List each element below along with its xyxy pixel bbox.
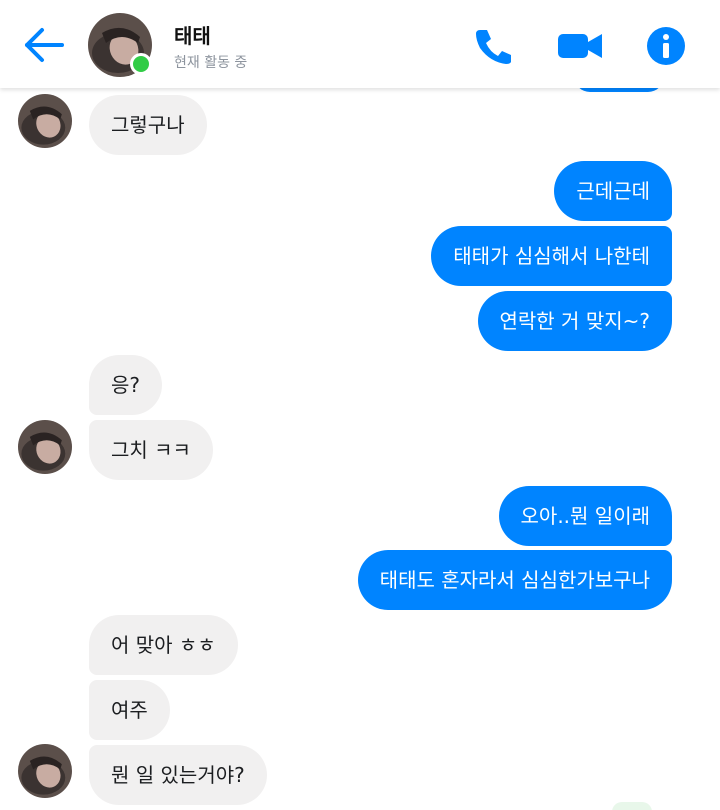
message-bubble-partial (612, 802, 652, 810)
contact-name[interactable]: 태태 (174, 20, 211, 49)
info-icon[interactable] (646, 26, 690, 66)
video-call-icon[interactable] (556, 26, 602, 66)
back-arrow-icon[interactable] (22, 26, 66, 64)
message-bubble-outgoing[interactable]: 오아..뭔 일이래 (498, 486, 672, 546)
sender-avatar[interactable] (18, 420, 72, 474)
message-bubble-incoming[interactable]: 어 맞아 ㅎㅎ (89, 615, 238, 675)
message-bubble-outgoing[interactable]: 태태가 심심해서 나한테 (431, 226, 672, 286)
message-bubble-incoming[interactable]: 그렇구나 (89, 95, 207, 155)
phone-icon[interactable] (472, 26, 516, 66)
chat-header: 태태 현재 활동 중 (0, 0, 720, 88)
message-bubble-incoming[interactable]: 뭔 일 있는거야? (89, 745, 267, 805)
message-bubble-incoming[interactable]: 그치 ㅋㅋ (89, 420, 213, 480)
message-bubble-outgoing[interactable]: 연락한 거 맞지~? (477, 291, 672, 351)
message-bubble-incoming[interactable]: 여주 (89, 680, 170, 740)
message-bubble-incoming[interactable]: 응? (89, 355, 163, 415)
active-status-text: 현재 활동 중 (174, 55, 248, 71)
online-status-indicator (130, 53, 152, 75)
message-bubble-outgoing[interactable]: 근데근데 (554, 161, 672, 221)
sender-avatar[interactable] (18, 744, 72, 798)
message-bubble-outgoing[interactable]: 태태도 혼자라서 심심한가보구나 (357, 550, 672, 610)
sender-avatar[interactable] (18, 94, 72, 148)
chat-screen: 태태 현재 활동 중 그렇구나 근데근데 태태가 심심해서 나한테 연락한 거 … (0, 0, 720, 810)
